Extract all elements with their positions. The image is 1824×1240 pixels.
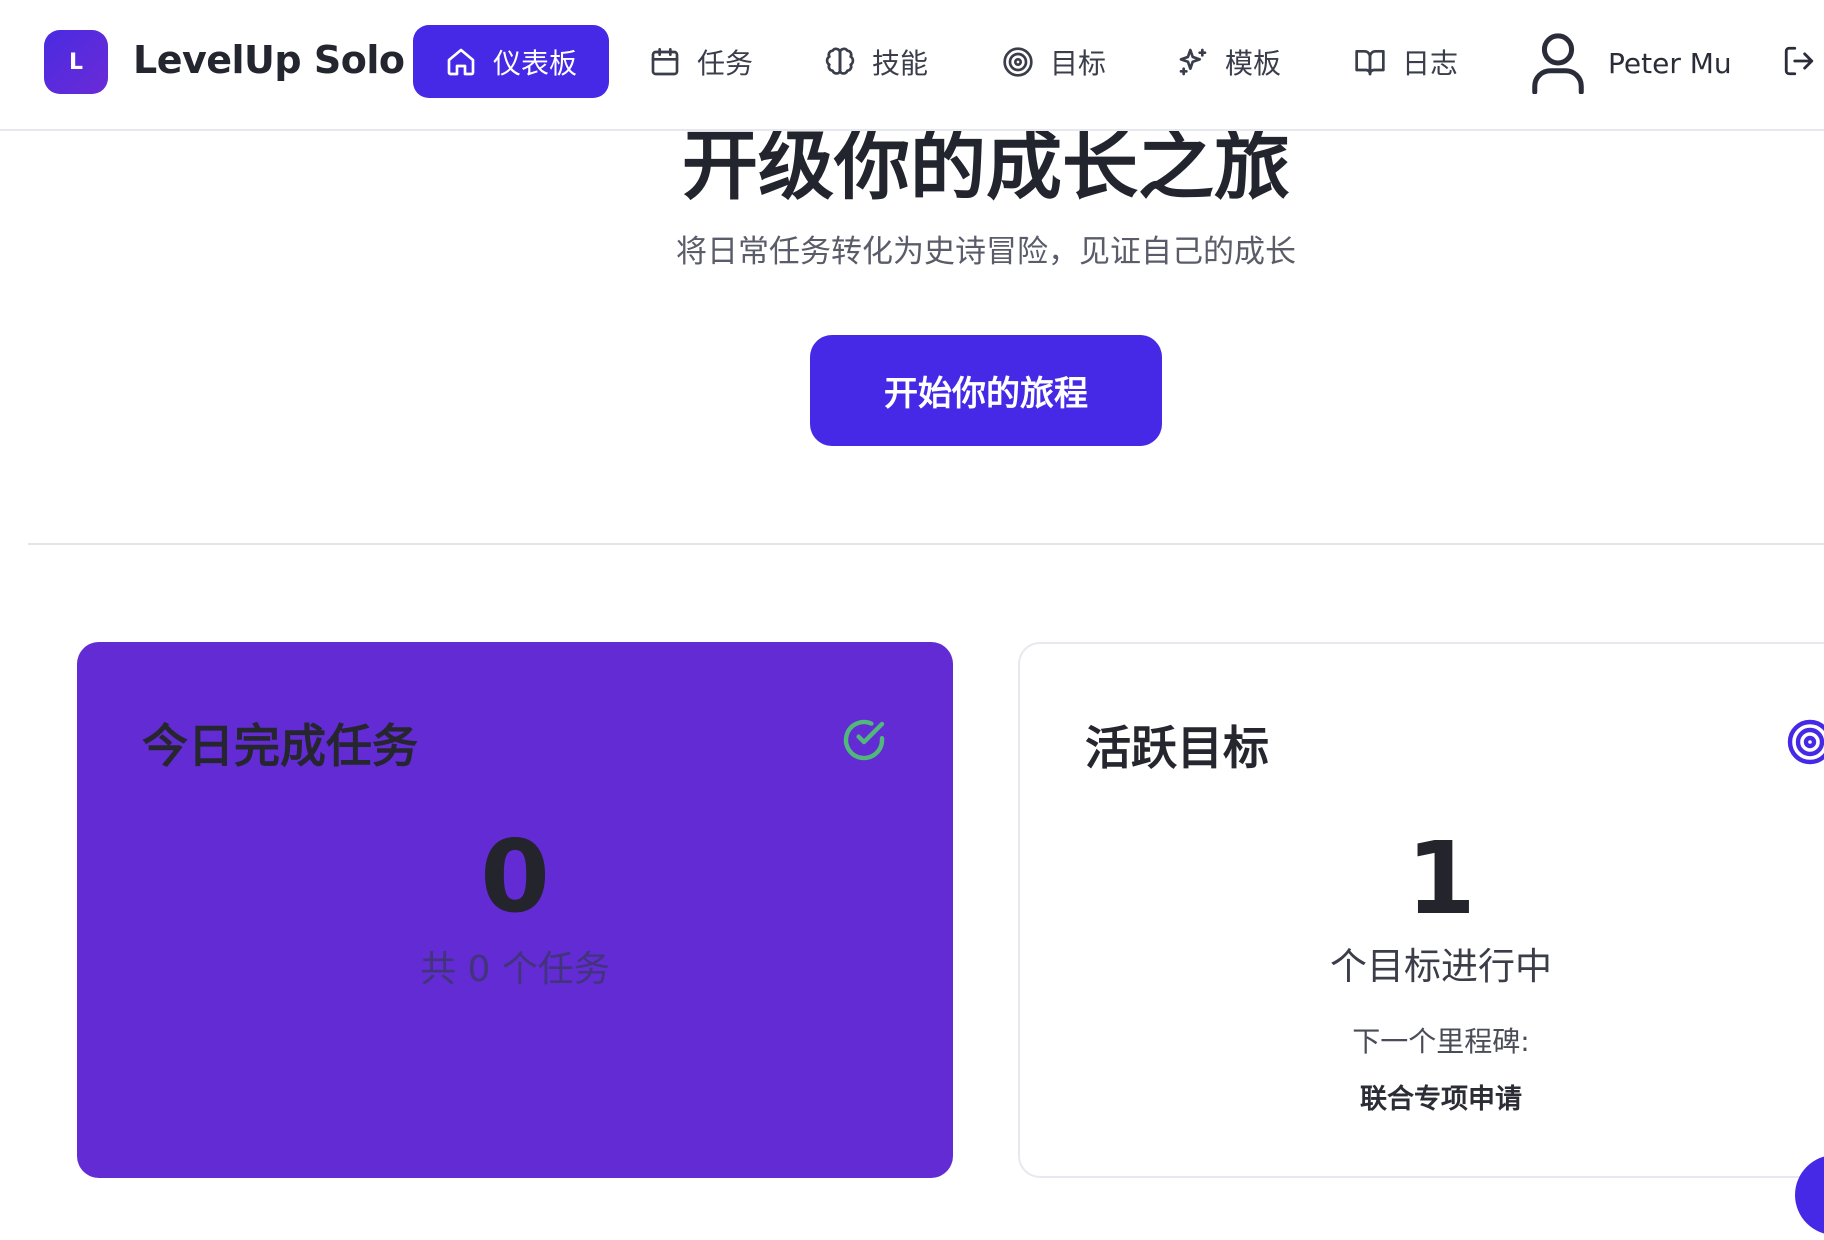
- nav-item-goals[interactable]: 目标: [970, 25, 1138, 98]
- tasks-total-text: 共 0 个任务: [420, 949, 610, 990]
- user-name: Peter Mu: [1608, 46, 1732, 80]
- home-icon: [447, 48, 475, 75]
- section-divider: [28, 543, 1824, 545]
- nav-item-label: 模板: [1225, 46, 1282, 80]
- logout-icon[interactable]: [1782, 44, 1816, 78]
- app-logo[interactable]: L: [44, 30, 108, 94]
- nav-item-templates[interactable]: 模板: [1145, 25, 1313, 98]
- active-goals-card[interactable]: 活跃目标 1 个目标进行中 下一个里程碑: 联合专项申请: [1018, 642, 1824, 1178]
- tasks-completed-card[interactable]: 今日完成任务 0 共 0 个任务: [77, 642, 953, 1178]
- nav-item-label: 技能: [872, 46, 929, 80]
- top-navigation: L LevelUp Solo 仪表板 任务 技能 目标 模板 日志 Peter …: [0, 0, 1824, 131]
- user-icon: [1532, 33, 1584, 94]
- card-title: 活跃目标: [1085, 721, 1269, 775]
- next-milestone-name: 联合专项申请: [1360, 1084, 1522, 1115]
- user-menu[interactable]: Peter Mu: [1530, 28, 1732, 98]
- sparkles-icon: [1179, 48, 1207, 75]
- logo-letter: L: [68, 49, 84, 75]
- hero-subtitle: 将日常任务转化为史诗冒险，见证自己的成长: [676, 234, 1296, 270]
- check-circle-icon: [843, 719, 885, 761]
- start-journey-button[interactable]: 开始你的旅程: [810, 335, 1162, 446]
- active-goals-count: 1: [1406, 820, 1476, 937]
- nav-item-label: 目标: [1050, 46, 1107, 80]
- target-icon: [1003, 46, 1033, 77]
- nav-item-label: 日志: [1402, 46, 1459, 80]
- book-open-icon: [1355, 49, 1385, 75]
- card-title: 今日完成任务: [142, 719, 418, 773]
- nav-item-label: 任务: [697, 46, 754, 80]
- calendar-icon: [651, 47, 679, 75]
- nav-item-label: 仪表板: [493, 46, 578, 80]
- brain-icon: [825, 47, 855, 75]
- nav-item-journal[interactable]: 日志: [1322, 25, 1490, 98]
- goals-in-progress-text: 个目标进行中: [1330, 945, 1552, 988]
- tasks-completed-count: 0: [480, 818, 550, 935]
- nav-item-skills[interactable]: 技能: [792, 25, 960, 98]
- nav-item-tasks[interactable]: 任务: [617, 25, 785, 98]
- app-title[interactable]: LevelUp Solo: [133, 38, 405, 82]
- target-icon: [1787, 719, 1824, 765]
- next-milestone-label: 下一个里程碑:: [1352, 1025, 1530, 1058]
- nav-item-dashboard[interactable]: 仪表板: [413, 25, 609, 98]
